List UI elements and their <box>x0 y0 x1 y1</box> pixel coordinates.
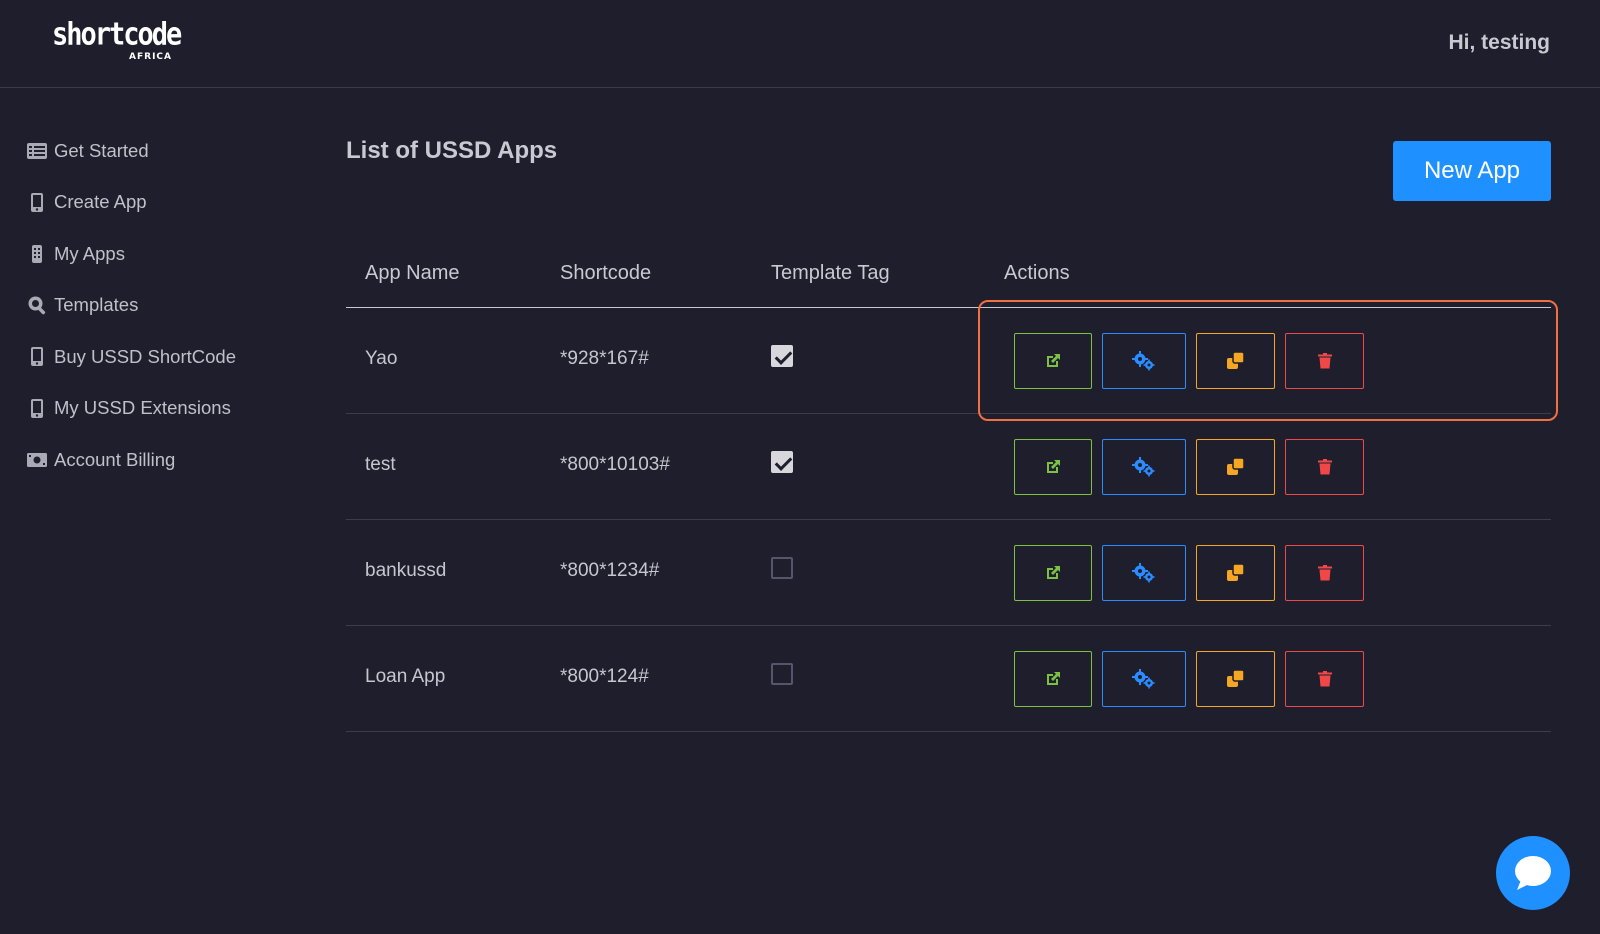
delete-app-button[interactable] <box>1285 333 1364 389</box>
table-row: Yao *928*167# <box>346 308 1551 414</box>
copy-app-button[interactable] <box>1196 439 1275 495</box>
apps-table: App Name Shortcode Template Tag Actions … <box>346 248 1551 732</box>
gears-icon <box>1132 563 1155 583</box>
sidebar-item-label: My USSD Extensions <box>54 397 231 419</box>
app-settings-button[interactable] <box>1102 651 1186 707</box>
page-title: List of USSD Apps <box>346 137 558 164</box>
delete-app-button[interactable] <box>1285 545 1364 601</box>
trash-icon <box>1317 459 1332 475</box>
template-tag-checkbox[interactable] <box>771 345 793 367</box>
gears-icon <box>1132 457 1155 477</box>
table-row: test *800*10103# <box>346 414 1551 520</box>
shortcode-africa-logo[interactable]: shortcode AFRICA <box>52 16 182 64</box>
sidebar-item-my-apps[interactable]: My Apps <box>26 228 306 280</box>
mobile-icon <box>26 192 48 212</box>
table-row: Loan App *800*124# <box>346 626 1551 732</box>
app-settings-button[interactable] <box>1102 545 1186 601</box>
app-name-cell: test <box>365 454 396 475</box>
copy-icon <box>1226 458 1245 475</box>
shortcode-cell: *928*167# <box>560 348 649 369</box>
trash-icon <box>1317 565 1332 581</box>
sidebar-item-create-app[interactable]: Create App <box>26 177 306 229</box>
sidebar-item-label: Templates <box>54 294 139 316</box>
app-settings-button[interactable] <box>1102 333 1186 389</box>
mobile-icon <box>26 347 48 367</box>
app-name-cell: Yao <box>365 348 398 369</box>
column-header-shortcode: Shortcode <box>560 262 652 284</box>
open-app-button[interactable] <box>1014 651 1092 707</box>
sidebar-item-label: My Apps <box>54 242 125 264</box>
app-name-cell: Loan App <box>365 666 446 687</box>
sidebar-item-label: Account Billing <box>54 448 176 470</box>
search-icon <box>26 295 48 315</box>
chat-widget-button[interactable] <box>1496 836 1570 910</box>
sidebar-item-label: Buy USSD ShortCode <box>54 345 237 367</box>
copy-app-button[interactable] <box>1196 333 1275 389</box>
mobile-icon <box>26 244 48 264</box>
trash-icon <box>1317 353 1332 369</box>
column-header-actions: Actions <box>1004 262 1070 284</box>
sidebar-item-account-billing[interactable]: Account Billing <box>26 434 306 486</box>
shortcode-cell: *800*1234# <box>560 560 660 581</box>
gears-icon <box>1132 351 1155 371</box>
row-actions <box>1014 439 1364 495</box>
logo-text: shortcode <box>52 16 182 53</box>
copy-icon <box>1226 352 1245 369</box>
external-link-icon <box>1047 566 1060 579</box>
copy-app-button[interactable] <box>1196 545 1275 601</box>
new-app-button[interactable]: New App <box>1393 141 1551 201</box>
template-tag-checkbox[interactable] <box>771 451 793 473</box>
shortcode-cell: *800*10103# <box>560 454 670 475</box>
sidebar-item-templates[interactable]: Templates <box>26 280 306 332</box>
open-app-button[interactable] <box>1014 333 1092 389</box>
app-settings-button[interactable] <box>1102 439 1186 495</box>
open-app-button[interactable] <box>1014 439 1092 495</box>
sidebar-item-buy-ussd-shortcode[interactable]: Buy USSD ShortCode <box>26 331 306 383</box>
table-row: bankussd *800*1234# <box>346 520 1551 626</box>
top-bar: shortcode AFRICA Hi, testing <box>0 0 1600 88</box>
template-tag-checkbox[interactable] <box>771 557 793 579</box>
logo-subtext: AFRICA <box>129 52 172 62</box>
gears-icon <box>1132 669 1155 689</box>
trash-icon <box>1317 671 1332 687</box>
copy-icon <box>1226 564 1245 581</box>
delete-app-button[interactable] <box>1285 439 1364 495</box>
app-name-cell: bankussd <box>365 560 447 581</box>
user-greeting[interactable]: Hi, testing <box>1448 31 1550 55</box>
sidebar-item-get-started[interactable]: Get Started <box>26 125 306 177</box>
external-link-icon <box>1047 354 1060 367</box>
copy-icon <box>1226 670 1245 687</box>
chat-bubble-icon <box>1515 856 1551 890</box>
column-header-template-tag: Template Tag <box>771 262 890 284</box>
row-actions <box>1014 333 1364 389</box>
delete-app-button[interactable] <box>1285 651 1364 707</box>
mobile-icon <box>26 398 48 418</box>
external-link-icon <box>1047 672 1060 685</box>
copy-app-button[interactable] <box>1196 651 1275 707</box>
row-actions <box>1014 545 1364 601</box>
column-header-app-name: App Name <box>365 262 460 284</box>
table-header: App Name Shortcode Template Tag Actions <box>346 248 1551 308</box>
template-tag-checkbox[interactable] <box>771 663 793 685</box>
sidebar-item-my-ussd-extensions[interactable]: My USSD Extensions <box>26 383 306 435</box>
external-link-icon <box>1047 460 1060 473</box>
sidebar-item-label: Get Started <box>54 139 149 161</box>
sidebar-nav: Get Started Create App My Apps Templates… <box>26 125 306 486</box>
sidebar-item-label: Create App <box>54 191 147 213</box>
shortcode-cell: *800*124# <box>560 666 649 687</box>
row-actions <box>1014 651 1364 707</box>
list-icon <box>26 141 48 161</box>
open-app-button[interactable] <box>1014 545 1092 601</box>
money-icon <box>26 450 48 470</box>
